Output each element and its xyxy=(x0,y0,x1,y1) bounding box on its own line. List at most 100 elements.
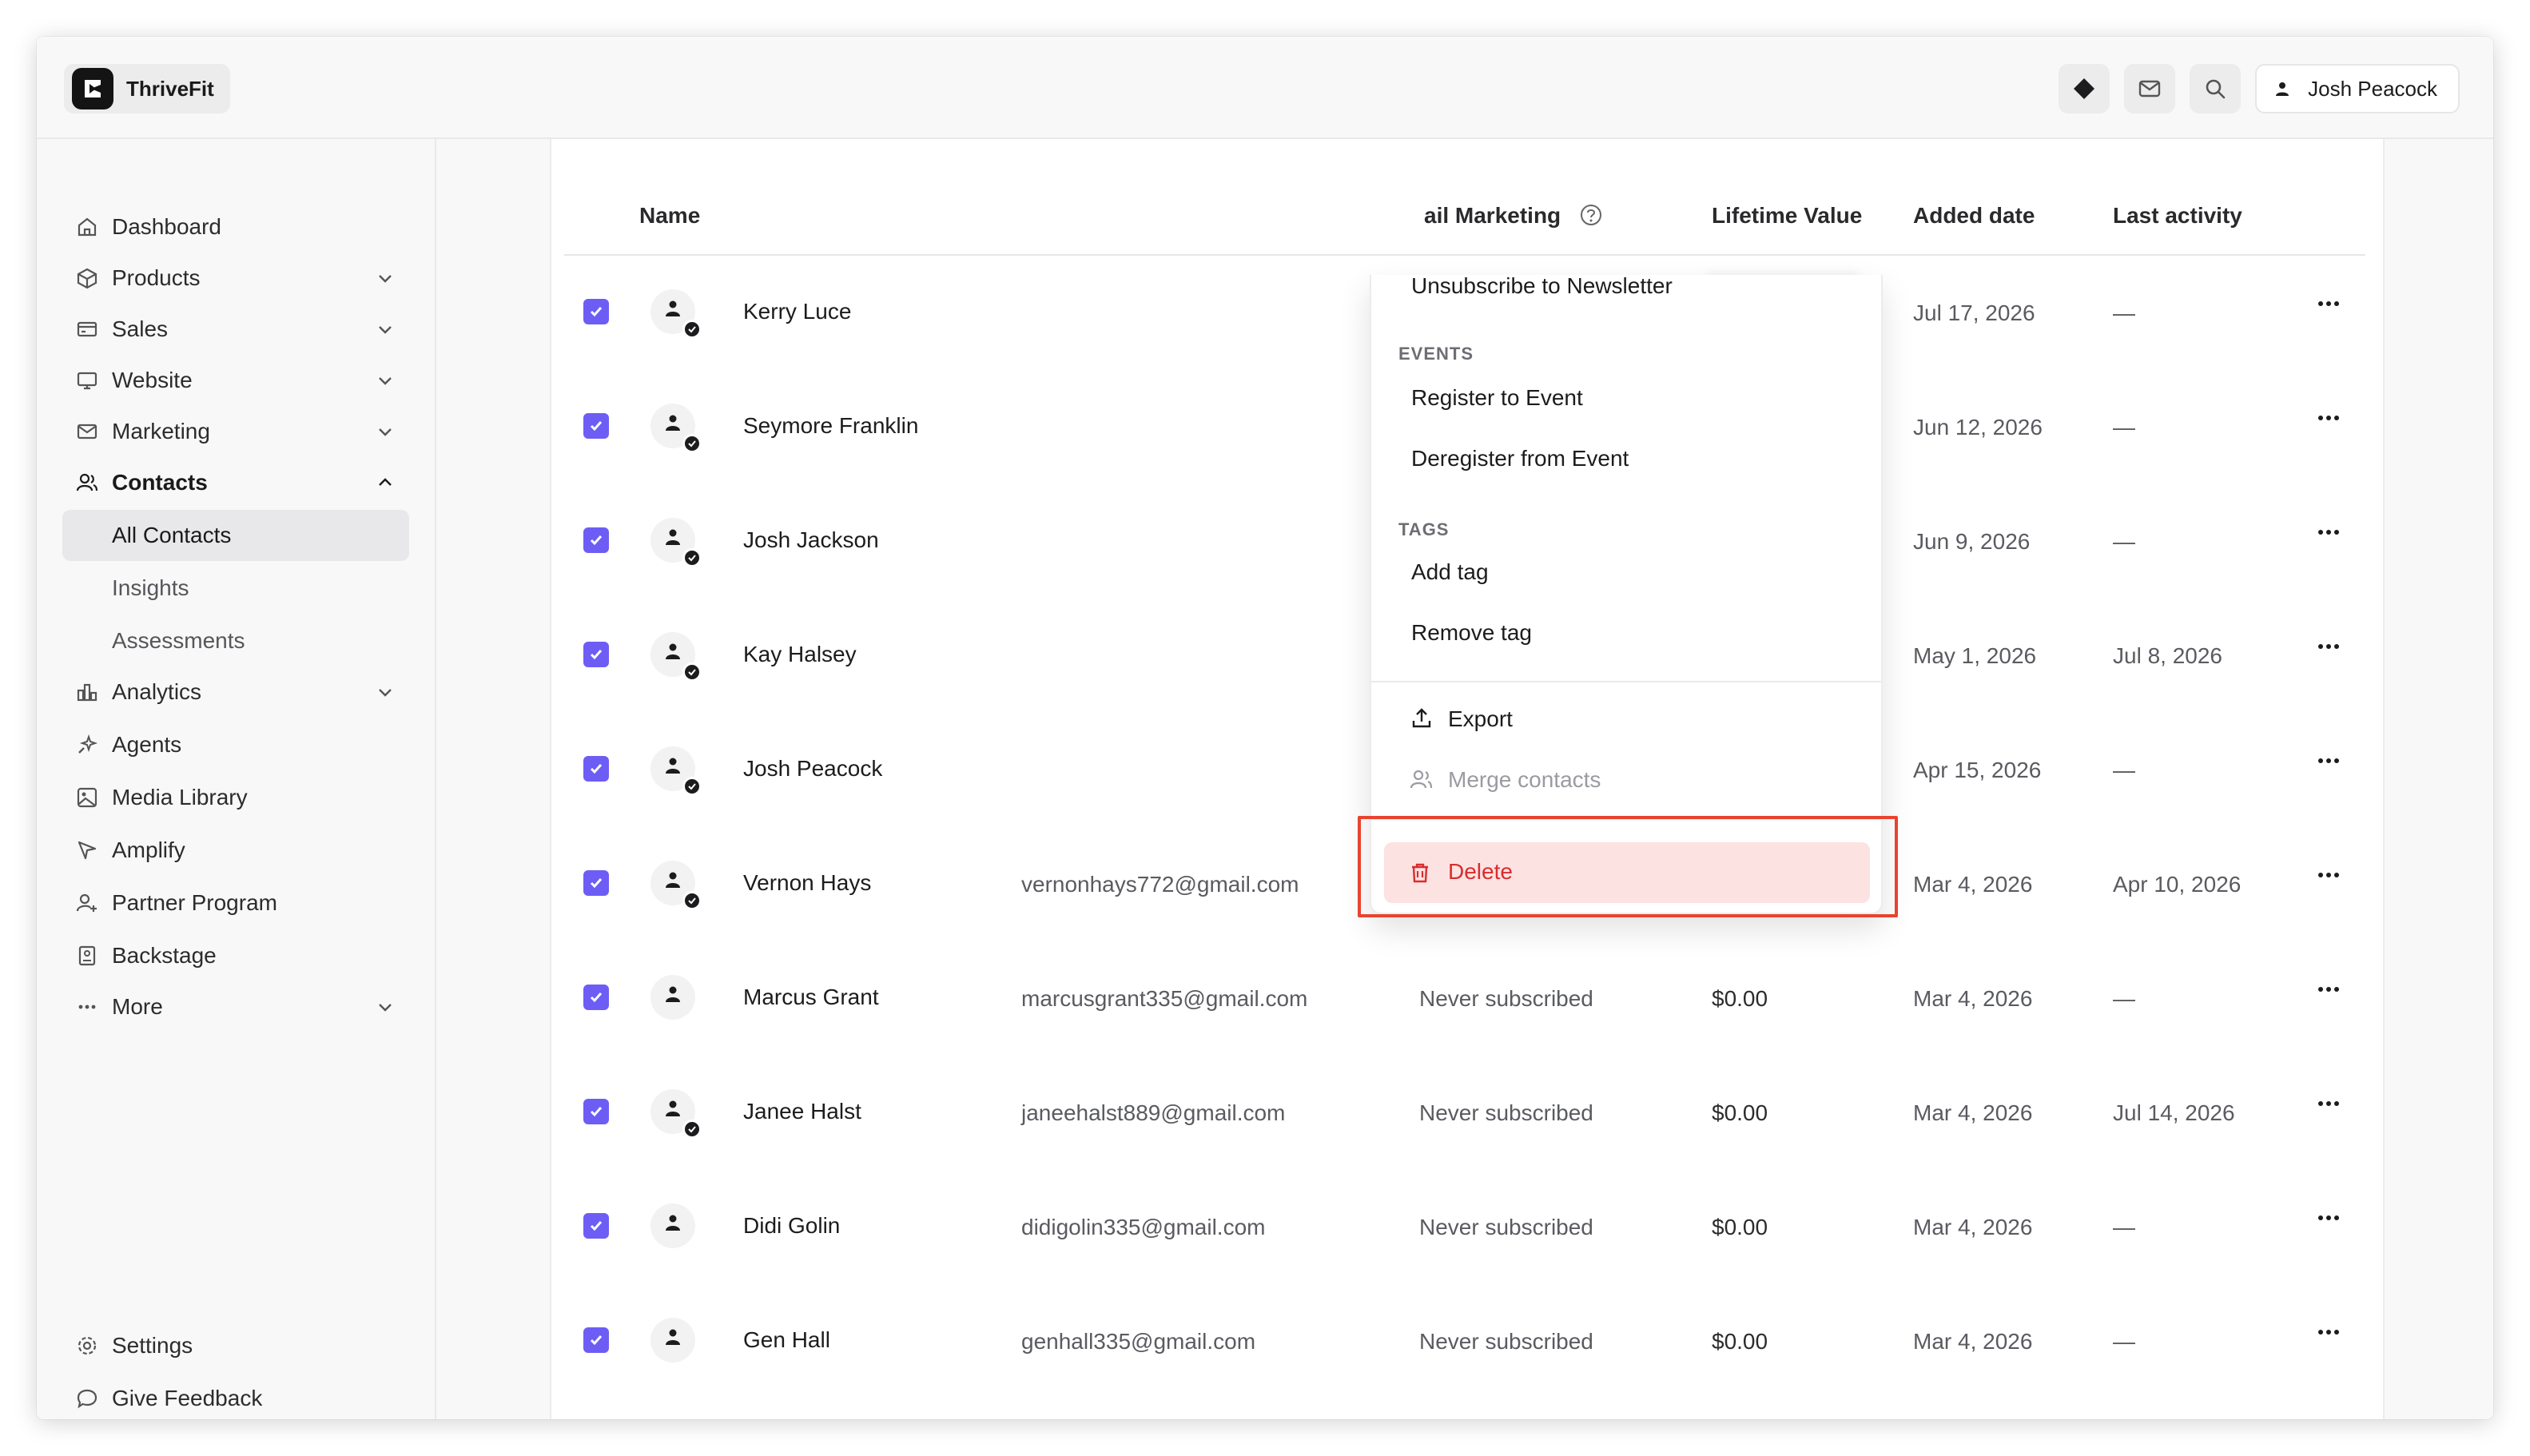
avatar xyxy=(650,861,702,910)
row-checkbox[interactable] xyxy=(583,1213,609,1239)
sidebar-item-amplify[interactable]: Amplify xyxy=(62,825,409,876)
dots-icon xyxy=(75,995,99,1019)
row-more-options-icon[interactable] xyxy=(2313,524,2345,540)
contact-email: genhall335@gmail.com xyxy=(1021,1329,1256,1354)
row-more-options-icon[interactable] xyxy=(2313,410,2345,426)
row-more-options-icon[interactable] xyxy=(2313,1096,2345,1112)
column-header-last-activity[interactable]: Last activity xyxy=(2113,203,2242,229)
menu-item-export[interactable]: Export xyxy=(1371,690,1881,751)
chevron-up-icon xyxy=(379,478,392,486)
row-checkbox[interactable] xyxy=(583,413,609,439)
sidebar-item-settings[interactable]: Settings xyxy=(62,1320,409,1371)
menu-item-remove-tag[interactable]: Remove tag xyxy=(1411,620,1532,646)
sidebar-item-marketing[interactable]: Marketing xyxy=(62,406,409,457)
menu-item-merge-contacts[interactable]: Merge contacts xyxy=(1371,751,1881,812)
chevron-down-icon xyxy=(379,1004,392,1012)
row-checkbox[interactable] xyxy=(583,1099,609,1124)
menu-item-register-event[interactable]: Register to Event xyxy=(1411,385,1583,411)
sidebar-item-products[interactable]: Products xyxy=(62,253,409,304)
contact-name[interactable]: Seymore Franklin xyxy=(743,413,918,439)
app-window: ThriveFit Josh Peacock Dashboard Product… xyxy=(37,37,2493,1419)
check-icon xyxy=(590,650,603,660)
sidebar-item-media-library[interactable]: Media Library xyxy=(62,772,409,823)
row-more-options-icon[interactable] xyxy=(2313,867,2345,883)
inbox-button[interactable] xyxy=(2124,64,2176,113)
email-marketing-status: Never subscribed xyxy=(1419,986,1593,1011)
upgrade-button[interactable] xyxy=(2059,64,2110,113)
sidebar-item-partner-program[interactable]: Partner Program xyxy=(62,877,409,929)
sidebar-item-contacts[interactable]: Contacts xyxy=(62,457,409,508)
row-checkbox[interactable] xyxy=(583,642,609,667)
sidebar-item-all-contacts[interactable]: All Contacts xyxy=(62,510,409,561)
row-checkbox[interactable] xyxy=(583,299,609,324)
contact-name[interactable]: Didi Golin xyxy=(743,1213,840,1239)
row-more-options-icon[interactable] xyxy=(2313,638,2345,654)
person-icon xyxy=(666,643,680,659)
lifetime-value: $0.00 xyxy=(1712,1100,1768,1125)
contact-name[interactable]: Kerry Luce xyxy=(743,299,851,324)
user-menu-button[interactable]: Josh Peacock xyxy=(2255,64,2460,113)
person-icon xyxy=(666,1329,680,1345)
contact-name[interactable]: Josh Jackson xyxy=(743,527,879,553)
sidebar-item-website[interactable]: Website xyxy=(62,355,409,406)
contact-name[interactable]: Gen Hall xyxy=(743,1327,830,1353)
added-date: May 1, 2026 xyxy=(1913,643,2037,668)
sidebar-item-backstage[interactable]: Backstage xyxy=(62,930,409,981)
help-icon[interactable] xyxy=(1579,203,1603,227)
avatar xyxy=(650,746,702,796)
workspace-switcher[interactable]: ThriveFit xyxy=(64,64,230,113)
sidebar-item-label: More xyxy=(112,994,163,1019)
chevron-down-icon xyxy=(379,377,392,385)
row-more-options-icon[interactable] xyxy=(2313,981,2345,997)
table-row[interactable]: Didi Golin didigolin335@gmail.com Never su… xyxy=(564,1170,2365,1284)
column-header-lifetime-value[interactable]: Lifetime Value xyxy=(1712,203,1862,229)
sparkle-icon xyxy=(75,733,99,757)
column-header-name[interactable]: Name xyxy=(639,203,700,229)
sidebar-item-analytics[interactable]: Analytics xyxy=(62,666,409,718)
row-checkbox[interactable] xyxy=(583,756,609,782)
table-row[interactable]: Gen Hall genhall335@gmail.com Never subscr… xyxy=(564,1284,2365,1398)
table-row[interactable]: Janee Halst janeehalst889@gmail.com Never … xyxy=(564,1056,2365,1170)
contact-name[interactable]: Kay Halsey xyxy=(743,642,857,667)
row-more-options-icon[interactable] xyxy=(2313,1324,2345,1340)
row-more-options-icon[interactable] xyxy=(2313,1210,2345,1226)
row-checkbox[interactable] xyxy=(583,985,609,1010)
menu-item-add-tag[interactable]: Add tag xyxy=(1411,559,1489,585)
contact-name[interactable]: Janee Halst xyxy=(743,1099,861,1124)
row-checkbox[interactable] xyxy=(583,870,609,896)
person-icon xyxy=(666,529,680,545)
delete-highlight-box xyxy=(1358,816,1898,917)
menu-item-deregister-event[interactable]: Deregister from Event xyxy=(1411,446,1629,471)
sidebar-item-insights[interactable]: Insights xyxy=(62,563,409,614)
contact-name[interactable]: Vernon Hays xyxy=(743,870,871,896)
brand-logo-icon xyxy=(72,68,113,109)
check-icon xyxy=(590,993,603,1003)
sidebar-item-give-feedback[interactable]: Give Feedback xyxy=(62,1373,409,1419)
contact-name[interactable]: Josh Peacock xyxy=(743,756,882,782)
sidebar-item-label: Sales xyxy=(112,316,169,341)
chevron-down-icon xyxy=(379,428,392,436)
sidebar-item-more[interactable]: More xyxy=(62,981,409,1032)
sidebar-item-label: Products xyxy=(112,265,201,290)
last-activity: — xyxy=(2113,1215,2135,1239)
person-icon xyxy=(666,300,680,316)
table-row[interactable]: Marcus Grant marcusgrant335@gmail.com Neve… xyxy=(564,941,2365,1056)
column-header-added-date[interactable]: Added date xyxy=(1913,203,2035,229)
row-checkbox[interactable] xyxy=(583,1327,609,1353)
send-icon xyxy=(75,838,99,862)
row-checkbox[interactable] xyxy=(583,527,609,553)
home-icon xyxy=(75,215,99,239)
email-marketing-status: Never subscribed xyxy=(1419,1215,1593,1239)
sidebar-item-sales[interactable]: Sales xyxy=(62,304,409,355)
row-more-options-icon[interactable] xyxy=(2313,753,2345,769)
contact-name[interactable]: Marcus Grant xyxy=(743,985,879,1010)
menu-item-unsubscribe-newsletter[interactable]: Unsubscribe to Newsletter xyxy=(1411,273,1673,299)
sidebar-item-assessments[interactable]: Assessments xyxy=(62,615,409,666)
sidebar-item-dashboard[interactable]: Dashboard xyxy=(62,201,409,253)
column-header-email-marketing[interactable]: ail Marketing xyxy=(1424,203,1561,229)
sidebar-item-agents[interactable]: Agents xyxy=(62,719,409,770)
last-activity: — xyxy=(2113,758,2135,782)
search-button[interactable] xyxy=(2190,64,2242,113)
row-more-options-icon[interactable] xyxy=(2313,296,2345,312)
last-activity: Jul 14, 2026 xyxy=(2113,1100,2235,1125)
